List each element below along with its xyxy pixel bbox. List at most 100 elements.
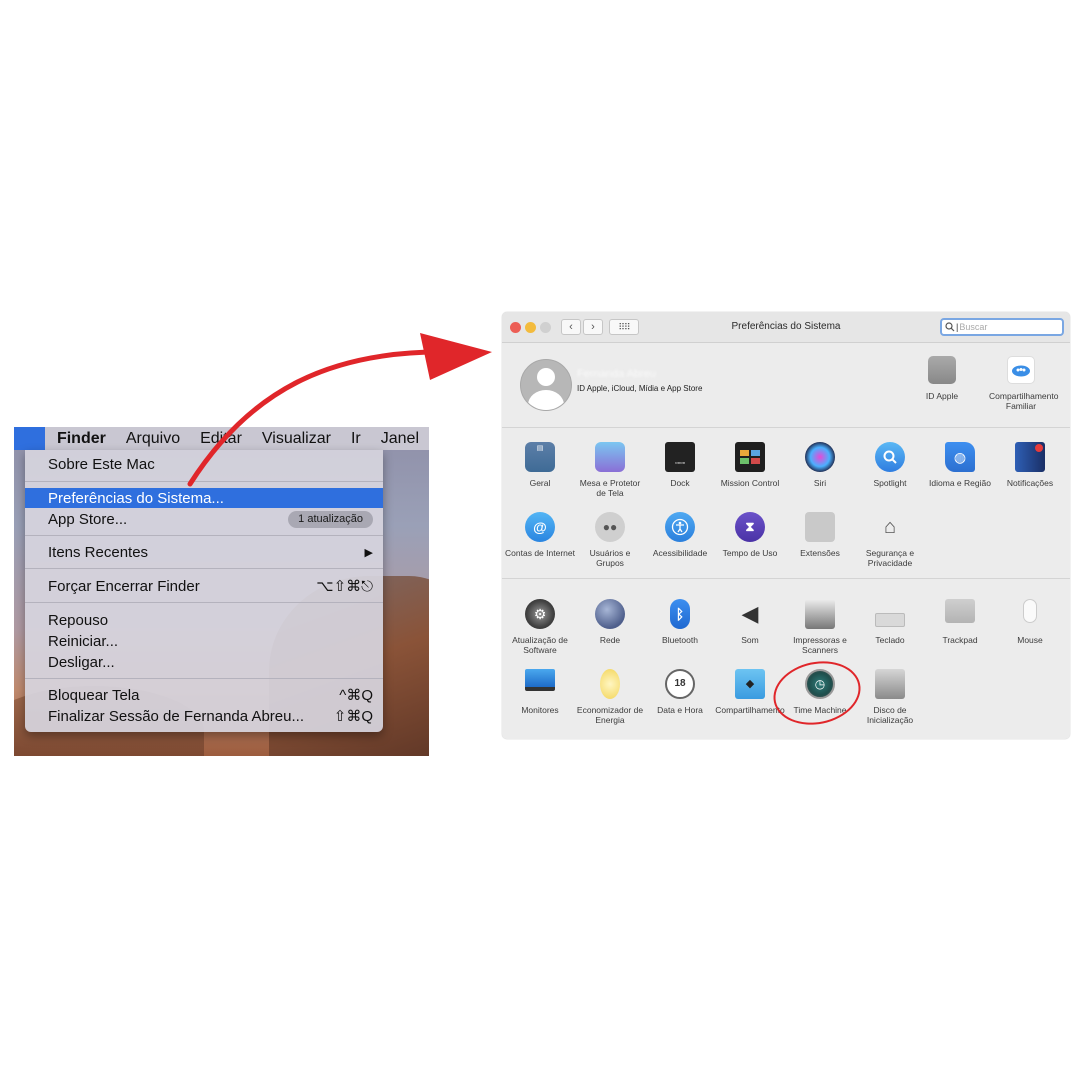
user-name: Fernanda Abreu (577, 368, 656, 380)
pref-date-time[interactable]: 18 Data e Hora (645, 669, 715, 715)
spotlight-icon (875, 442, 905, 472)
language-region-icon: ◍ (945, 442, 975, 472)
menu-item-label: Bloquear Tela (48, 686, 140, 704)
security-privacy-icon: ⌂ (883, 516, 897, 538)
internet-accounts-icon: @ (525, 512, 555, 542)
pref-apple-id[interactable]: ID Apple (910, 356, 974, 401)
apple-logo-icon[interactable] (14, 427, 45, 450)
pref-trackpad[interactable]: Trackpad (925, 599, 995, 645)
menu-item-shutdown[interactable]: Desligar... (25, 652, 383, 672)
pref-notifications[interactable]: Notificações (995, 442, 1065, 488)
menubar-visualizar[interactable]: Visualizar (252, 430, 341, 448)
pref-label: Contas de Internet (505, 548, 575, 558)
menu-item-label: Reiniciar... (48, 632, 119, 650)
search-icon (945, 322, 955, 332)
apple-id-icon (928, 356, 956, 384)
menu-item-restart[interactable]: Reiniciar... (25, 631, 383, 651)
menu-item-label: App Store... (48, 510, 128, 528)
notifications-icon (1015, 442, 1045, 472)
pref-label: Idioma e Região (929, 478, 991, 488)
pref-label: Notificações (1006, 478, 1054, 488)
menu-item-label: Repouso (48, 611, 109, 629)
accessibility-icon (665, 512, 695, 542)
search-placeholder: Buscar (959, 322, 988, 332)
menu-item-lock-screen[interactable]: Bloquear Tela ^⌘Q (25, 685, 383, 705)
pref-bluetooth[interactable]: ᛒ Bluetooth (645, 599, 715, 645)
pref-label: Mouse (1017, 635, 1043, 645)
pref-label: Mesa e Protetor de Tela (579, 478, 641, 498)
pref-keyboard[interactable]: Teclado (855, 599, 925, 645)
pref-label: Bluetooth (662, 635, 698, 645)
siri-icon (805, 442, 835, 472)
update-badge: 1 atualização (288, 510, 373, 528)
pref-printers-scanners[interactable]: Impressoras e Scanners (785, 599, 855, 655)
title-bar: ‹ › ⠿⠿ Preferências do Sistema | Buscar (502, 312, 1070, 343)
menubar-ir[interactable]: Ir (341, 430, 371, 448)
pref-dock[interactable]: ▫▫▫▫ Dock (645, 442, 715, 488)
account-subtitle: ID Apple, iCloud, Mídia e App Store (577, 384, 703, 393)
pref-label: Monitores (521, 705, 559, 715)
pref-startup-disk[interactable]: Disco de Inicialização (855, 669, 925, 725)
menu-item-app-store[interactable]: App Store... 1 atualização (25, 509, 383, 529)
pref-label: Geral (529, 478, 551, 488)
pref-language-region[interactable]: ◍ Idioma e Região (925, 442, 995, 488)
avatar[interactable] (520, 359, 572, 411)
pref-label: Usuários e Grupos (589, 548, 631, 568)
pref-label: Trackpad (942, 635, 978, 645)
menubar-arquivo[interactable]: Arquivo (116, 430, 190, 448)
pref-accessibility[interactable]: Acessibilidade (645, 512, 715, 558)
pref-label: Economizador de Energia (576, 705, 644, 725)
menu-item-label: Forçar Encerrar Finder (48, 577, 200, 595)
text-caret: | (956, 322, 959, 332)
pref-mission-control[interactable]: Mission Control (715, 442, 785, 488)
pref-screen-time[interactable]: ⧗ Tempo de Uso (715, 512, 785, 558)
startup-disk-icon (875, 669, 905, 699)
pref-spotlight[interactable]: Spotlight (855, 442, 925, 488)
menu-item-force-quit[interactable]: Forçar Encerrar Finder ⌥⇧⌘⎋ (25, 576, 383, 596)
pref-extensions[interactable]: Extensões (785, 512, 855, 558)
pref-label: Segurança e Privacidade (865, 548, 915, 568)
pref-sound[interactable]: ◀ Som (715, 599, 785, 646)
menu-divider (25, 535, 383, 536)
menubar-editar[interactable]: Editar (190, 430, 252, 448)
pref-desktop-screensaver[interactable]: Mesa e Protetor de Tela (575, 442, 645, 498)
menubar-finder[interactable]: Finder (45, 430, 116, 448)
pref-label: Mission Control (720, 478, 780, 488)
general-icon: ▤ (525, 442, 555, 472)
pref-internet-accounts[interactable]: @ Contas de Internet (505, 512, 575, 558)
pref-label: ID Apple (925, 391, 959, 401)
menu-item-about[interactable]: Sobre Este Mac (25, 454, 383, 474)
menu-item-system-prefs[interactable]: Preferências do Sistema... (25, 488, 383, 508)
menu-divider (25, 481, 383, 482)
network-icon (595, 599, 625, 629)
pref-label: Acessibilidade (652, 548, 708, 558)
shortcut-label: ⇧⌘Q (333, 708, 373, 725)
pref-family-sharing[interactable]: Compartilhamento Familiar (989, 356, 1058, 411)
pref-label: Dock (670, 478, 690, 488)
family-sharing-icon (1007, 356, 1035, 384)
apple-menu-screenshot: Finder Arquivo Editar Visualizar Ir Jane… (14, 427, 429, 756)
pref-label: Impressoras e Scanners (793, 635, 847, 655)
pref-mouse[interactable]: Mouse (995, 599, 1065, 645)
menu-item-sleep[interactable]: Repouso (25, 610, 383, 630)
mission-control-icon (735, 442, 765, 472)
pref-software-update[interactable]: ⚙ Atualização de Software (505, 599, 575, 655)
prefs-section-personal: ▤ Geral Mesa e Protetor de Tela ▫▫▫▫ Doc… (502, 428, 1070, 579)
pref-energy-saver[interactable]: Economizador de Energia (575, 669, 645, 725)
menubar-janela[interactable]: Janel (371, 430, 429, 448)
keyboard-icon (875, 613, 905, 627)
pref-security-privacy[interactable]: ⌂ Segurança e Privacidade (855, 512, 925, 568)
pref-displays[interactable]: Monitores (505, 669, 575, 715)
search-field[interactable]: | Buscar (940, 318, 1064, 336)
menu-item-recent-items[interactable]: Itens Recentes ▶ (25, 542, 383, 562)
menu-divider (25, 602, 383, 603)
menu-divider (25, 568, 383, 569)
pref-general[interactable]: ▤ Geral (505, 442, 575, 488)
pref-label: Teclado (875, 635, 905, 645)
pref-users-groups[interactable]: ●● Usuários e Grupos (575, 512, 645, 568)
pref-network[interactable]: Rede (575, 599, 645, 645)
pref-siri[interactable]: Siri (785, 442, 855, 488)
displays-icon (525, 669, 555, 691)
menu-item-logout[interactable]: Finalizar Sessão de Fernanda Abreu... ⇧⌘… (25, 706, 383, 726)
apple-id-account-row[interactable]: Fernanda Abreu ID Apple, iCloud, Mídia e… (502, 343, 1070, 428)
